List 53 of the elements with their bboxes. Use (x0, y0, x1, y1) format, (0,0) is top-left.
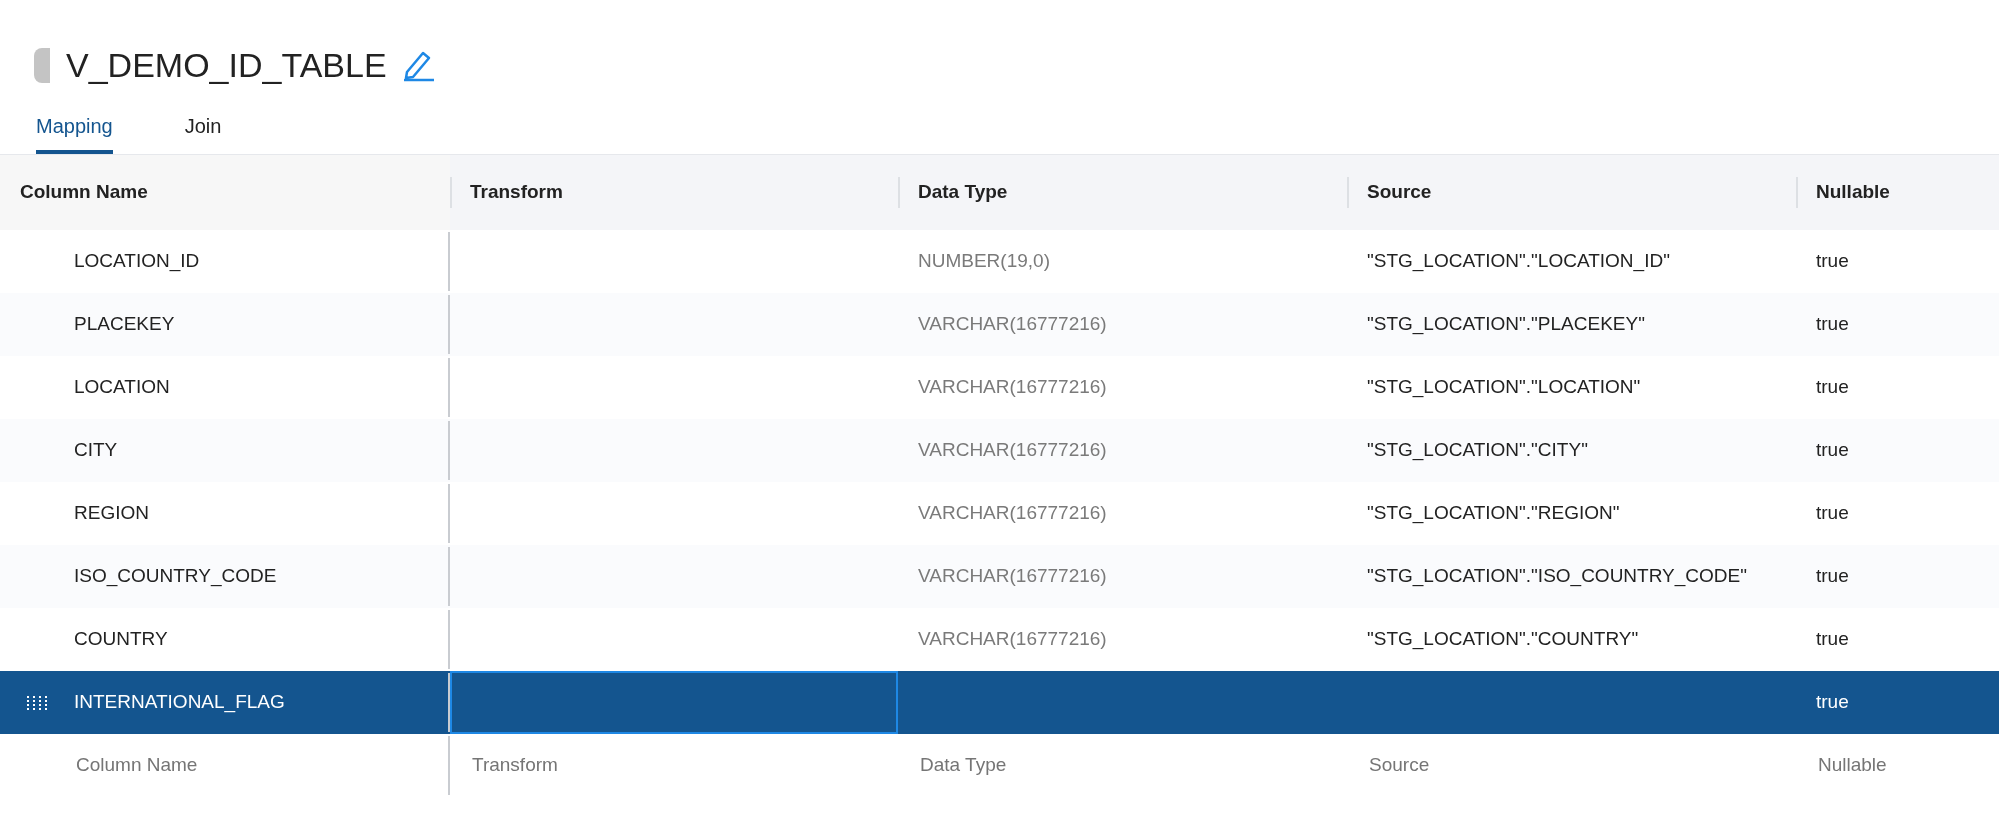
column-header: Data Type (918, 180, 1008, 205)
column-header: Transform (470, 180, 563, 205)
data-type: NUMBER(19,0) (918, 249, 1050, 274)
data-type: VARCHAR(16777216) (918, 375, 1107, 400)
table-row[interactable]: INTERNATIONAL_FLAG true (0, 671, 1999, 734)
column-name: INTERNATIONAL_FLAG (74, 690, 285, 715)
column-header: Nullable (1816, 180, 1890, 205)
table-row[interactable]: LOCATION VARCHAR(16777216) "STG_LOCATION"."LOCATION" true (0, 356, 1999, 419)
source-value: "STG_LOCATION"."COUNTRY" (1367, 627, 1639, 652)
column-name: COUNTRY (74, 627, 168, 652)
nullable-value: true (1816, 375, 1849, 400)
nullable-value: true (1816, 438, 1849, 463)
column-name: PLACEKEY (74, 312, 175, 337)
column-name: CITY (74, 438, 118, 463)
data-type: VARCHAR(16777216) (918, 438, 1107, 463)
drag-handle-icon[interactable] (27, 695, 47, 710)
table-row[interactable]: REGION VARCHAR(16777216) "STG_LOCATION"."REGION" true (0, 482, 1999, 545)
table-row[interactable]: CITY VARCHAR(16777216) "STG_LOCATION"."CITY" true (0, 419, 1999, 482)
column-header: Column Name (20, 180, 148, 205)
column-name: LOCATION_ID (74, 249, 200, 274)
column-name: LOCATION (74, 375, 170, 400)
table-row[interactable]: PLACEKEY VARCHAR(16777216) "STG_LOCATION"."PLACEKEY" true (0, 293, 1999, 356)
transform-field[interactable] (450, 671, 898, 734)
tab[interactable]: Join (184, 109, 222, 154)
nullable-value: true (1816, 501, 1849, 526)
table-row[interactable]: ISO_COUNTRY_CODE VARCHAR(16777216) "STG_LOCATION"."ISO_COUNTRY_CODE" true (0, 545, 1999, 608)
data-type: VARCHAR(16777216) (918, 312, 1107, 337)
data-type-field[interactable]: Data Type (918, 750, 1347, 781)
nullable-value: true (1816, 564, 1849, 589)
column-name-field[interactable]: Column Name (74, 750, 448, 781)
nullable-field[interactable]: Nullable (1816, 750, 1999, 781)
transform-field[interactable]: Transform (470, 750, 898, 781)
column-name: REGION (74, 501, 149, 526)
source-value: "STG_LOCATION"."LOCATION" (1367, 375, 1641, 400)
source-value: "STG_LOCATION"."PLACEKEY" (1367, 312, 1645, 337)
nullable-value: true (1816, 312, 1849, 337)
source-value: "STG_LOCATION"."CITY" (1367, 438, 1588, 463)
table-title: V_DEMO_ID_TABLE (66, 44, 387, 86)
nullable-value: true (1816, 249, 1849, 274)
data-type: VARCHAR(16777216) (918, 501, 1107, 526)
nullable-value: true (1816, 627, 1849, 652)
table-row[interactable]: COUNTRY VARCHAR(16777216) "STG_LOCATION"."COUNTRY" true (0, 608, 1999, 671)
nullable-value: true (1816, 690, 1849, 715)
source-value: "STG_LOCATION"."LOCATION_ID" (1367, 249, 1670, 274)
column-header: Source (1367, 180, 1432, 205)
source-value: "STG_LOCATION"."REGION" (1367, 501, 1620, 526)
column-name: ISO_COUNTRY_CODE (74, 564, 277, 589)
table-icon (34, 47, 50, 83)
data-type: VARCHAR(16777216) (918, 564, 1107, 589)
source-field[interactable]: Source (1367, 750, 1796, 781)
table-row[interactable]: LOCATION_ID NUMBER(19,0) "STG_LOCATION"."LOCATION_ID" true (0, 230, 1999, 293)
source-value: "STG_LOCATION"."ISO_COUNTRY_CODE" (1367, 564, 1747, 589)
data-type: VARCHAR(16777216) (918, 627, 1107, 652)
